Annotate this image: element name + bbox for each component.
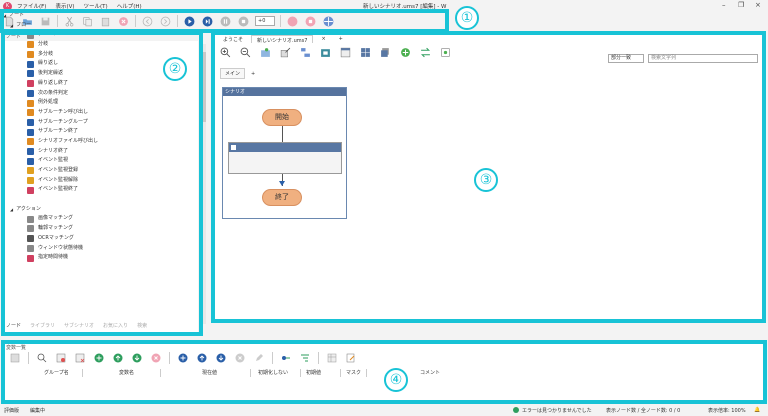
status-error: エラーは見つかりませんでした bbox=[522, 407, 592, 414]
status-mode: 編集中 bbox=[30, 407, 46, 414]
status-bar: 評価版 編集中 エラーは見つかりませんでした 表示ノード数 / 全ノード数: 0… bbox=[0, 404, 768, 416]
highlight-toolbar bbox=[0, 9, 449, 33]
highlight-variables bbox=[1, 340, 767, 404]
status-trial: 評価版 bbox=[4, 407, 20, 414]
close-icon[interactable]: × bbox=[755, 1, 761, 9]
callout-2: ② bbox=[163, 57, 187, 81]
ok-icon bbox=[513, 407, 519, 413]
callout-1: ① bbox=[455, 6, 479, 30]
callout-3: ③ bbox=[474, 168, 498, 192]
status-zoom: 表示倍率: 100% bbox=[708, 407, 746, 414]
bell-icon[interactable]: 🔔 bbox=[754, 407, 760, 413]
minimize-icon[interactable]: – bbox=[722, 1, 726, 9]
restore-icon[interactable]: ❐ bbox=[738, 1, 744, 9]
status-node-count: 表示ノード数 / 全ノード数: 0 / 0 bbox=[606, 407, 681, 414]
callout-4: ④ bbox=[384, 368, 408, 392]
